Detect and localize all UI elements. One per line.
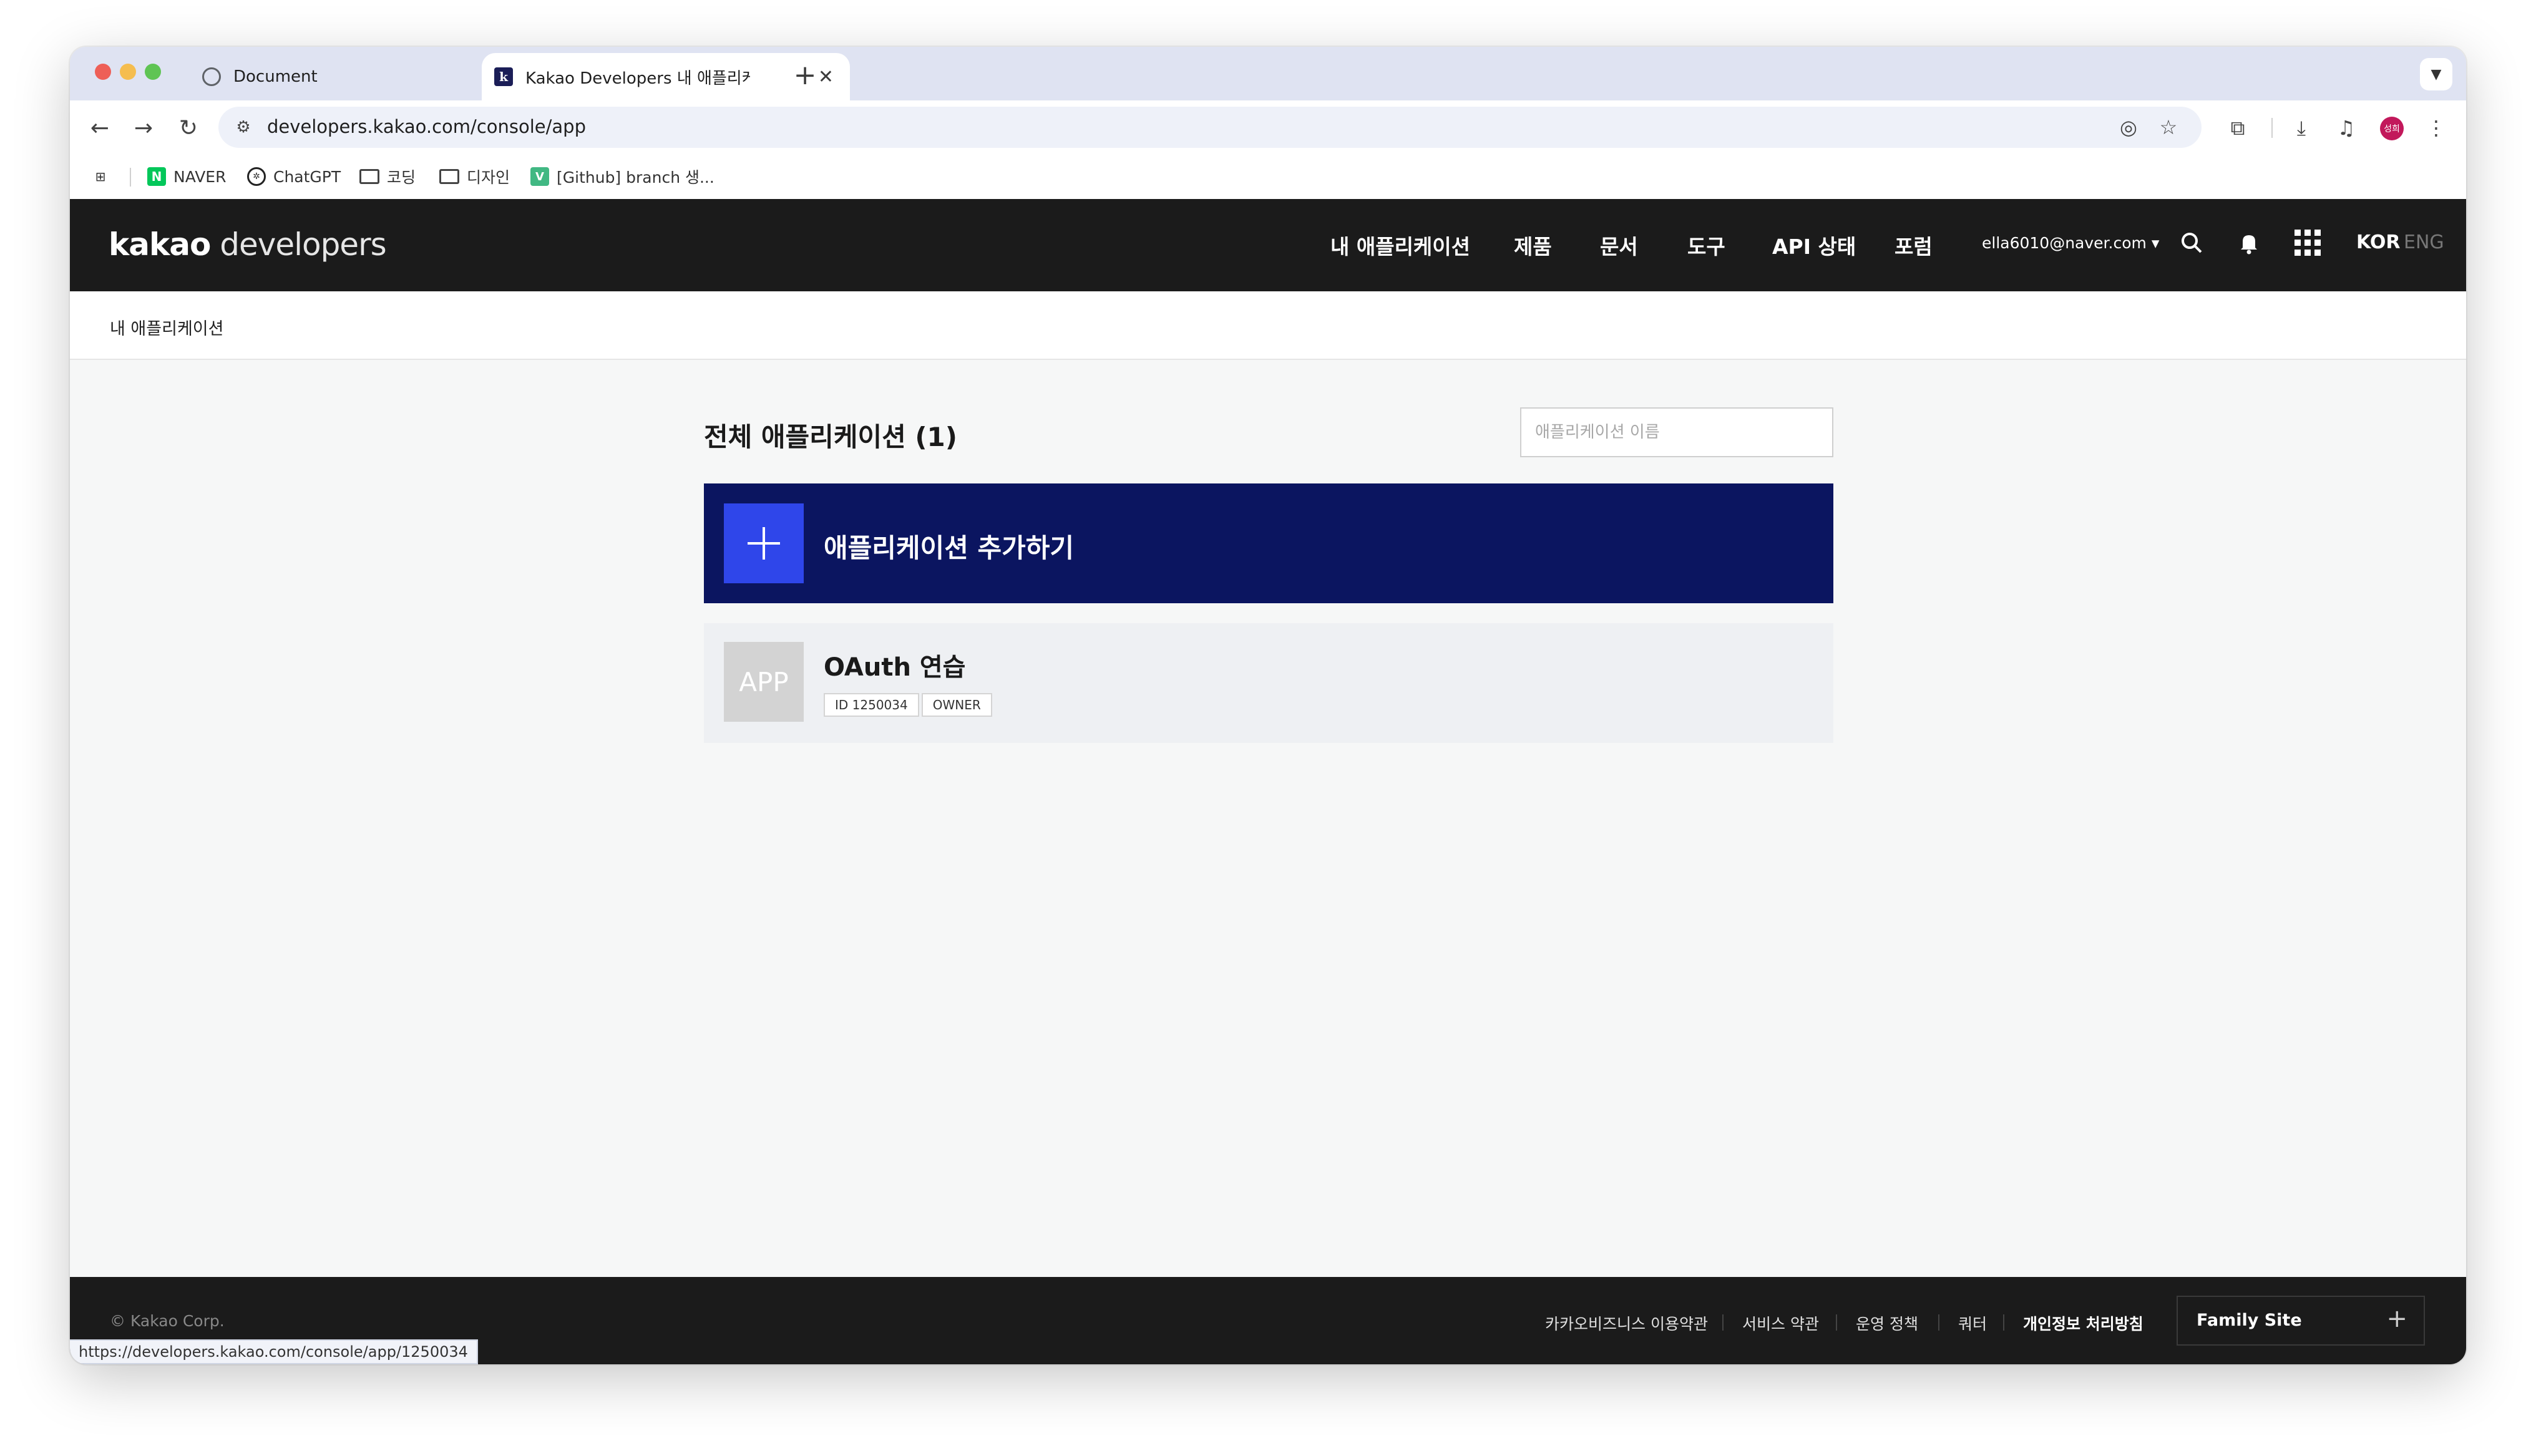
toolbar-divider [2271,118,2273,138]
folder-icon [439,169,459,184]
page-title: 전체 애플리케이션 (1) [704,422,957,452]
breadcrumb-bar: 내 애플리케이션 [70,291,2466,360]
minimize-window-button[interactable] [120,64,136,80]
close-window-button[interactable] [95,64,111,80]
apps-grid-icon[interactable]: ⊞ [91,165,117,188]
maximize-window-button[interactable] [145,64,161,80]
add-application-label: 애플리케이션 추가하기 [824,533,1075,563]
download-icon[interactable]: ⤓ [2285,112,2318,144]
apps-grid-icon[interactable] [2288,223,2328,263]
nav-tools[interactable]: 도구 [1687,230,1725,260]
bookmark-label: [Github] branch 생... [557,168,714,187]
footer-divider [2003,1314,2004,1331]
nav-docs[interactable]: 문서 [1600,230,1638,260]
url-text[interactable]: developers.kakao.com/console/app [267,116,586,137]
apps-grid-glyph [2295,230,2321,256]
site-settings-icon[interactable]: ⚙ [231,115,256,140]
account-dropdown[interactable]: ella6010@naver.com ▾ [1982,234,2159,252]
bookmark-label: NAVER [173,167,227,186]
lang-kor[interactable]: KOR [2356,231,2401,253]
footer-divider [1938,1314,1939,1331]
bell-icon[interactable] [2229,223,2269,263]
site-header: kakao developers 내 애플리케이션 제품 문서 도구 API 상… [70,199,2466,291]
lang-eng[interactable]: ENG [2404,231,2444,253]
bookmarks-bar: ⊞ N NAVER ✲ ChatGPT 코딩 디자인 V [Github] br… [70,154,2466,199]
back-arrow-icon[interactable]: ← [84,112,116,144]
logo-developers-text: developers [210,226,386,263]
media-control-icon[interactable]: ♫ [2330,112,2363,144]
nav-forum[interactable]: 포럼 [1895,230,1933,260]
footer-link-privacy-policy[interactable]: 개인정보 처리방침 [2023,1312,2143,1334]
folder-icon [359,169,379,184]
status-bar-url: https://developers.kakao.com/console/app… [70,1339,478,1364]
app-search-input[interactable] [1520,407,1833,457]
reload-icon[interactable]: ↻ [172,112,205,144]
bookmark-label: ChatGPT [273,167,341,186]
eye-slash-icon[interactable]: ◎ [2115,114,2142,140]
address-bar[interactable]: ⚙ developers.kakao.com/console/app ◎ ☆ [218,107,2202,148]
app-id-badge: ID 1250034 [824,693,919,717]
bell-glyph [2241,235,2257,255]
breadcrumb[interactable]: 내 애플리케이션 [110,315,223,339]
chatgpt-icon: ✲ [247,167,266,186]
nav-products[interactable]: 제품 [1514,230,1552,260]
plus-icon: + [2386,1304,2407,1333]
apps-grid-glyph: ⊞ [95,169,106,184]
naver-icon: N [147,167,166,186]
footer-link-quota[interactable]: 쿼터 [1958,1312,1987,1334]
tab-strip: Document ✕ k Kakao Developers 내 애플리케이 ✕ … [70,47,2466,100]
tab-title: Kakao Developers 내 애플리케이 [525,69,750,88]
plus-icon [724,503,804,583]
forward-arrow-icon[interactable]: → [127,112,160,144]
nav-my-applications[interactable]: 내 애플리케이션 [1330,230,1470,260]
app-card[interactable]: APP OAuth 연습 ID 1250034 OWNER [704,623,1833,743]
vue-icon: V [530,167,549,186]
search-glyph [2182,233,2202,253]
footer-link-operation-policy[interactable]: 운영 정책 [1856,1312,1918,1334]
app-tags: ID 1250034 OWNER [824,693,995,717]
bookmark-label: 디자인 [467,168,510,187]
bookmarks-divider [130,168,131,187]
bookmark-coding-folder[interactable]: 코딩 [359,165,416,188]
more-menu-icon[interactable]: ⋮ [2420,112,2452,144]
family-site-select[interactable]: Family Site + [2177,1296,2425,1346]
bookmark-naver[interactable]: N NAVER [147,165,226,188]
kakao-developers-logo[interactable]: kakao developers [109,226,387,263]
globe-icon [202,67,221,86]
profile-avatar[interactable]: 성희 [2380,117,2404,140]
family-site-label: Family Site [2197,1311,2302,1330]
browser-toolbar: ← → ↻ ⚙ developers.kakao.com/console/app… [70,100,2466,154]
app-name: OAuth 연습 [824,653,966,682]
logo-kakao-text: kakao [109,226,211,263]
footer-link-business-terms[interactable]: 카카오비즈니스 이용약관 [1545,1312,1708,1334]
bookmark-design-folder[interactable]: 디자인 [439,165,510,188]
kakao-k-icon: k [494,67,513,86]
browser-window: Document ✕ k Kakao Developers 내 애플리케이 ✕ … [70,47,2466,1364]
footer-link-service-terms[interactable]: 서비스 약관 [1742,1312,1819,1334]
app-thumbnail: APP [724,642,804,722]
bookmark-label: 코딩 [387,168,416,187]
add-application-button[interactable]: 애플리케이션 추가하기 [704,483,1833,603]
footer-divider [1836,1314,1837,1331]
star-icon[interactable]: ☆ [2155,114,2182,140]
chevron-down-icon[interactable]: ▼ [2420,58,2452,90]
footer-divider [1722,1314,1724,1331]
extensions-icon[interactable]: ⧉ [2221,112,2254,144]
search-icon[interactable] [2172,223,2212,263]
new-tab-button[interactable]: + [786,57,824,94]
bookmark-chatgpt[interactable]: ✲ ChatGPT [247,165,341,188]
tab-title: Document [233,67,318,86]
bookmark-github-branch[interactable]: V [Github] branch 생... [530,165,714,188]
nav-api-status[interactable]: API 상태 [1772,230,1856,260]
app-role-badge: OWNER [921,693,992,717]
copyright: © Kakao Corp. [110,1312,225,1330]
